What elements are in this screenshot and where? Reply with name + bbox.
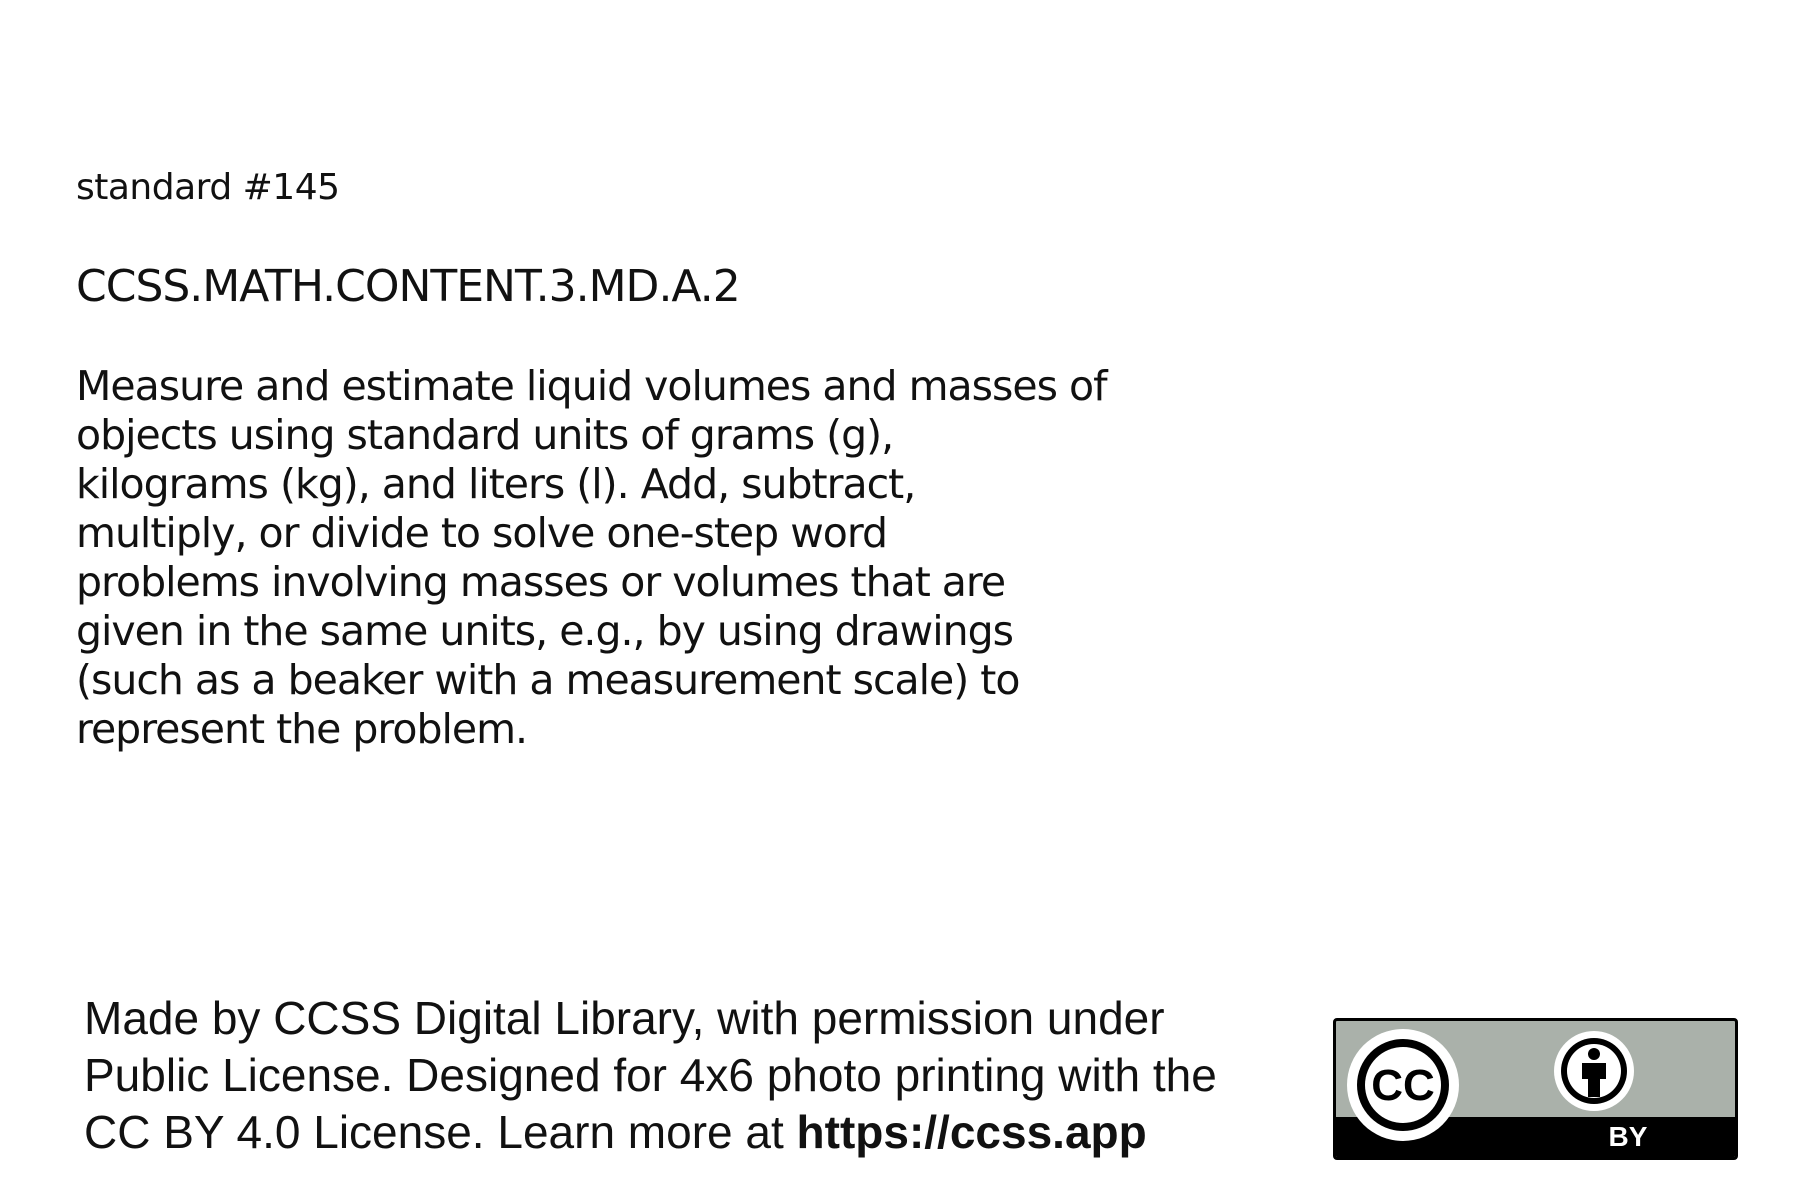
attribution-person-icon <box>1554 1031 1634 1111</box>
footer-attribution: Made by CCSS Digital Library, with permi… <box>84 990 1217 1161</box>
footer-line-1: Made by CCSS Digital Library, with permi… <box>84 992 1165 1044</box>
standard-number: standard #145 <box>76 167 340 208</box>
badge-by-label: BY <box>1608 1121 1648 1152</box>
standard-text-line: problems involving masses or volumes tha… <box>76 558 1006 606</box>
cc-by-license-badge: CC BY <box>1333 1018 1738 1160</box>
standard-description: Measure and estimate liquid volumes and … <box>76 362 1216 754</box>
cc-circle-icon: CC <box>1347 1029 1459 1141</box>
standard-text-line: kilograms (kg), and liters (l). Add, sub… <box>76 460 916 508</box>
standard-text-line: Measure and estimate liquid volumes and … <box>76 362 1108 410</box>
footer-line-3-prefix: CC BY 4.0 License. Learn more at <box>84 1106 797 1158</box>
footer-line-3: CC BY 4.0 License. Learn more at https:/… <box>84 1104 1217 1161</box>
footer-link[interactable]: https://ccss.app <box>797 1106 1147 1158</box>
standard-code: CCSS.MATH.CONTENT.3.MD.A.2 <box>76 261 741 312</box>
svg-text:CC: CC <box>1371 1061 1435 1110</box>
standard-text-line: given in the same units, e.g., by using … <box>76 607 1014 655</box>
standard-text-line: (such as a beaker with a measurement sca… <box>76 656 1020 704</box>
standard-text-line: multiply, or divide to solve one-step wo… <box>76 509 888 557</box>
standard-text-line: objects using standard units of grams (g… <box>76 411 894 459</box>
footer-line-2: Public License. Designed for 4x6 photo p… <box>84 1049 1217 1101</box>
standard-text-line: represent the problem. <box>76 705 528 753</box>
